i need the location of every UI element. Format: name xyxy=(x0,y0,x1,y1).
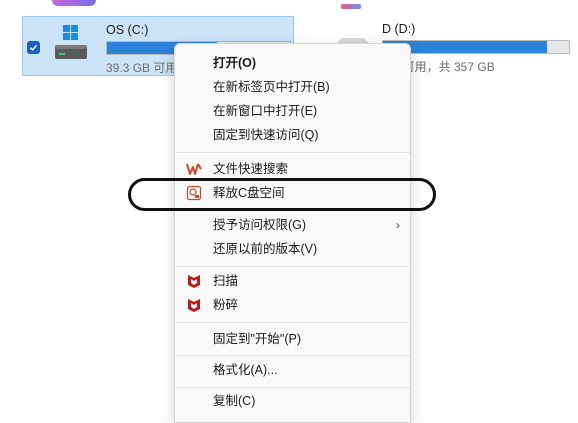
windows-drive-icon xyxy=(51,23,91,67)
menu-separator xyxy=(175,355,410,356)
selection-checkbox[interactable] xyxy=(27,41,40,54)
partial-icon-fragment xyxy=(52,0,96,6)
menu-item-copy[interactable]: 复制(C) xyxy=(179,389,406,413)
menu-item-pin-quick-access[interactable]: 固定到快速访问(Q) xyxy=(179,123,406,147)
drive-name: OS (C:) xyxy=(106,23,149,37)
menu-item-open-new-tab[interactable]: 在新标签页中打开(B) xyxy=(179,75,406,99)
menu-item-pin-start[interactable]: 固定到"开始"(P) xyxy=(179,327,406,351)
menu-separator xyxy=(175,266,410,267)
menu-separator xyxy=(175,152,410,153)
chevron-right-icon: › xyxy=(396,218,400,232)
drive-name: D (D:) xyxy=(382,22,416,36)
menu-item-restore-versions[interactable]: 还原以前的版本(V) xyxy=(179,237,406,261)
menu-item-open[interactable]: 打开(O) xyxy=(179,51,406,75)
drive-free-space: 39.3 GB 可用 xyxy=(106,61,178,75)
menu-item-shred[interactable]: 粉碎 xyxy=(179,293,406,317)
context-menu: 打开(O) 在新标签页中打开(B) 在新窗口中打开(E) 固定到快速访问(Q) … xyxy=(174,43,411,423)
menu-item-open-new-window[interactable]: 在新窗口中打开(E) xyxy=(179,99,406,123)
partial-icon-fragment xyxy=(341,4,361,9)
menu-separator xyxy=(175,322,410,323)
menu-separator xyxy=(175,387,410,388)
checkmark-icon xyxy=(29,44,38,51)
menu-item-scan[interactable]: 扫描 xyxy=(179,269,406,293)
wps-icon xyxy=(186,161,202,177)
menu-item-format[interactable]: 格式化(A)... xyxy=(179,358,406,382)
menu-item-grant-access[interactable]: 授予访问权限(G) › xyxy=(179,213,406,237)
annotation-highlight-oval xyxy=(128,178,436,211)
mcafee-icon xyxy=(186,297,202,313)
mcafee-icon xyxy=(186,273,202,289)
